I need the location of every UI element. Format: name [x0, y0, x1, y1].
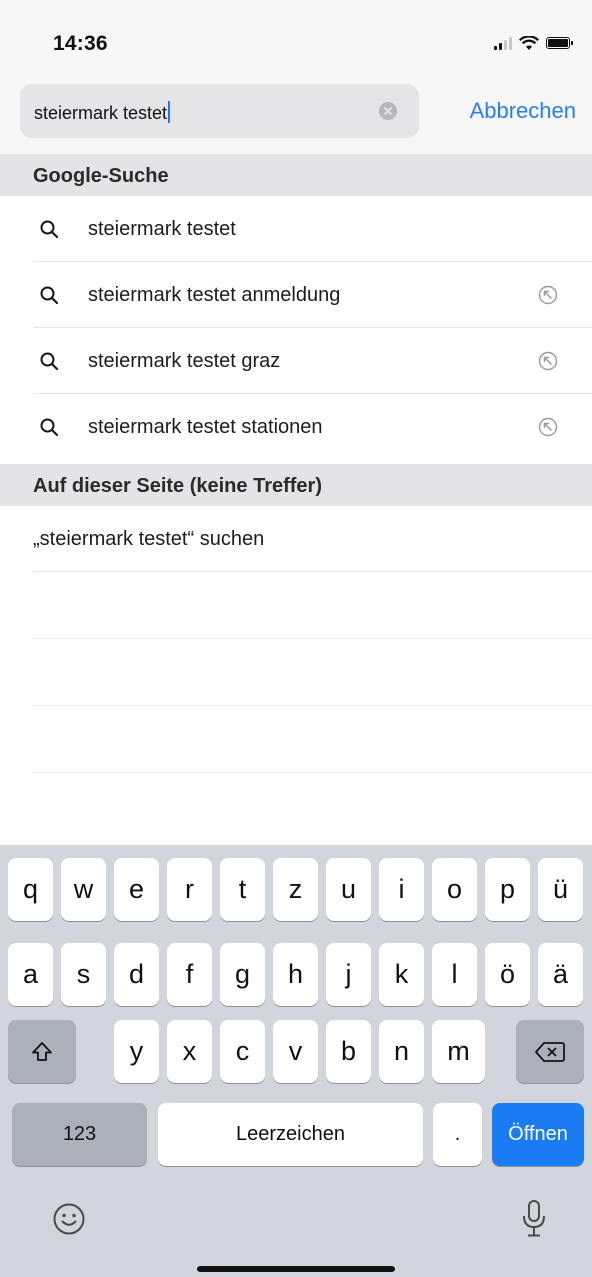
section-header-on-page: Auf dieser Seite (keine Treffer) [0, 464, 592, 506]
key-b[interactable]: b [326, 1020, 371, 1083]
search-value: steiermark testet [34, 103, 168, 123]
key-j[interactable]: j [326, 943, 371, 1006]
space-key[interactable]: Leerzeichen [158, 1103, 423, 1166]
shift-icon [32, 1041, 52, 1061]
key-e[interactable]: e [114, 858, 159, 921]
section-header-on-page-label: Auf dieser Seite (keine Treffer) [33, 475, 322, 497]
status-icons [494, 34, 573, 52]
key-m[interactable]: m [432, 1020, 485, 1083]
key-g[interactable]: g [220, 943, 265, 1006]
status-time: 14:36 [53, 32, 108, 55]
key-o[interactable]: o [432, 858, 477, 921]
search-icon [40, 352, 58, 370]
search-icon [40, 286, 58, 304]
cellular-signal-icon [494, 36, 512, 50]
key-v[interactable]: v [273, 1020, 318, 1083]
emoji-icon[interactable] [52, 1202, 86, 1236]
divider [33, 705, 592, 706]
key-ae[interactable]: ä [538, 943, 583, 1006]
key-p[interactable]: p [485, 858, 530, 921]
delete-key[interactable] [516, 1020, 584, 1083]
key-a[interactable]: a [8, 943, 53, 1006]
suggestion-row[interactable]: steiermark testet stationen [0, 394, 592, 460]
key-k[interactable]: k [379, 943, 424, 1006]
suggestion-label: steiermark testet stationen [88, 416, 323, 438]
key-oe[interactable]: ö [485, 943, 530, 1006]
go-key[interactable]: Öffnen [492, 1103, 584, 1166]
key-t[interactable]: t [220, 858, 265, 921]
find-on-page-row[interactable]: „steiermark testet“ suchen [0, 506, 592, 572]
key-c[interactable]: c [220, 1020, 265, 1083]
keyboard: q w e r t z u i o p ü a s d f g h j k l … [0, 845, 592, 1277]
section-header-google-label: Google-Suche [33, 165, 169, 187]
suggestion-label: steiermark testet anmeldung [88, 284, 341, 306]
divider [33, 638, 592, 639]
shift-key[interactable] [8, 1020, 76, 1083]
key-h[interactable]: h [273, 943, 318, 1006]
key-s[interactable]: s [61, 943, 106, 1006]
key-q[interactable]: q [8, 858, 53, 921]
suggestion-row[interactable]: steiermark testet graz [0, 328, 592, 394]
clear-text-icon[interactable] [379, 102, 397, 120]
period-key[interactable]: . [433, 1103, 482, 1166]
suggestion-label: steiermark testet graz [88, 350, 281, 372]
suggestion-label: steiermark testet [88, 218, 236, 240]
status-bar: 14:36 [0, 0, 592, 84]
fill-suggestion-arrow-icon[interactable] [538, 285, 558, 305]
wifi-icon [519, 35, 539, 50]
fill-suggestion-arrow-icon[interactable] [538, 417, 558, 437]
suggestion-row[interactable]: steiermark testet [0, 196, 592, 262]
key-l[interactable]: l [432, 943, 477, 1006]
key-i[interactable]: i [379, 858, 424, 921]
microphone-icon[interactable] [521, 1199, 547, 1239]
section-header-google: Google-Suche [0, 154, 592, 196]
key-ue[interactable]: ü [538, 858, 583, 921]
battery-icon [546, 37, 573, 49]
search-input[interactable]: steiermark testet [20, 84, 419, 138]
cancel-button[interactable]: Abbrechen [470, 98, 576, 124]
suggestion-list: steiermark testet steiermark testet anme… [0, 196, 592, 460]
suggestion-row[interactable]: steiermark testet anmeldung [0, 262, 592, 328]
key-f[interactable]: f [167, 943, 212, 1006]
backspace-icon [535, 1041, 565, 1062]
find-on-page-label: „steiermark testet“ suchen [33, 528, 265, 550]
search-icon [40, 418, 58, 436]
key-y[interactable]: y [114, 1020, 159, 1083]
fill-suggestion-arrow-icon[interactable] [538, 351, 558, 371]
key-n[interactable]: n [379, 1020, 424, 1083]
search-header: steiermark testet Abbrechen [0, 84, 592, 154]
key-u[interactable]: u [326, 858, 371, 921]
key-x[interactable]: x [167, 1020, 212, 1083]
key-r[interactable]: r [167, 858, 212, 921]
search-icon [40, 220, 58, 238]
key-w[interactable]: w [61, 858, 106, 921]
home-indicator[interactable] [197, 1266, 395, 1272]
search-input-text: steiermark testet [34, 101, 171, 124]
numbers-key[interactable]: 123 [12, 1103, 147, 1166]
key-z[interactable]: z [273, 858, 318, 921]
key-d[interactable]: d [114, 943, 159, 1006]
text-cursor [168, 101, 171, 123]
divider [33, 772, 592, 773]
